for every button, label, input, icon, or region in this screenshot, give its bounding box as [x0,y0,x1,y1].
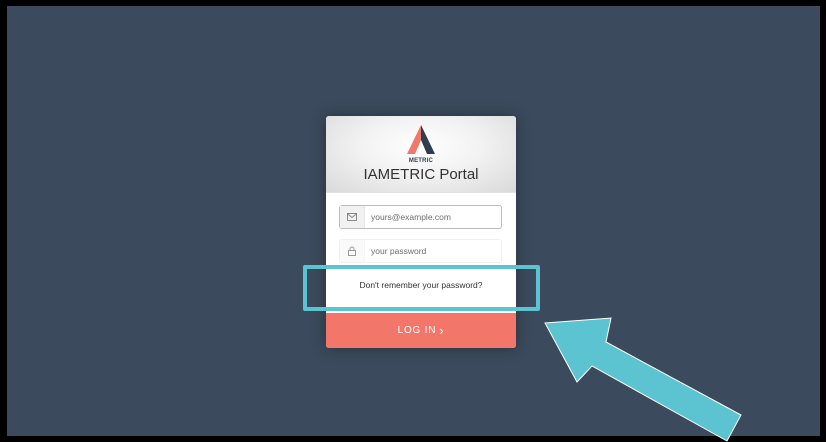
highlight-annotation-box [303,265,540,311]
envelope-icon [340,206,365,228]
login-button[interactable]: LOG IN › [326,313,516,348]
metric-logo: METRIC [402,124,440,164]
lock-icon [340,240,365,262]
login-button-label: LOG IN [397,325,437,336]
login-header: METRIC IAMETRIC Portal [326,116,516,193]
password-field [339,239,502,263]
logo-text: METRIC [408,158,434,164]
logo-mark-icon [407,125,435,154]
portal-title: IAMETRIC Portal [363,166,479,183]
login-card: METRIC IAMETRIC Portal Don't remember yo… [326,116,516,348]
password-input[interactable] [371,240,499,262]
chevron-right-icon: › [439,322,445,338]
email-input[interactable] [371,206,499,228]
email-field [339,205,502,229]
